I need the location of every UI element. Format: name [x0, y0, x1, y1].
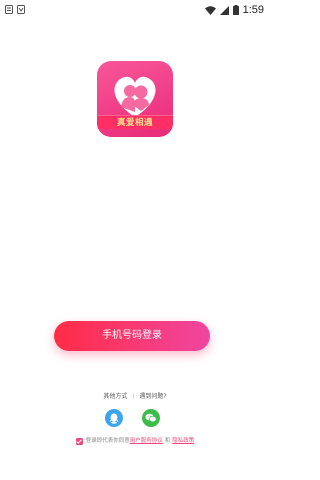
- logo-text: 真爱相遇: [116, 118, 153, 128]
- wechat-login-button[interactable]: [142, 409, 160, 427]
- agreement-row: 登录即代表你同意 用户服务协议 和 隐私政策: [0, 437, 270, 446]
- login-options-row: 其他方式 | 遇到问题?: [0, 392, 270, 402]
- wifi-icon: [204, 5, 216, 15]
- notification-icons: [5, 5, 25, 14]
- other-methods-link[interactable]: 其他方式: [103, 393, 127, 400]
- download-icon: [17, 5, 25, 14]
- links-separator: |: [132, 393, 135, 400]
- agreement-and: 和: [164, 438, 171, 444]
- system-status: 1:59: [204, 2, 264, 18]
- phone-login-button[interactable]: 手机号码登录: [54, 321, 210, 351]
- checkmark-icon: [76, 439, 83, 444]
- wechat-icon: [145, 413, 157, 423]
- signal-icon: [219, 5, 229, 15]
- status-bar: 1:59: [0, 0, 270, 20]
- user-agreement-link[interactable]: 用户服务协议: [130, 437, 163, 446]
- logo-ribbon: 真爱相遇: [97, 115, 173, 129]
- qq-icon: [109, 413, 119, 424]
- battery-icon: [232, 5, 239, 15]
- agreement-checkbox[interactable]: [75, 438, 83, 445]
- privacy-policy-link[interactable]: 隐私政策: [172, 437, 194, 446]
- qq-login-button[interactable]: [105, 409, 123, 427]
- problem-link[interactable]: 遇到问题?: [139, 393, 166, 400]
- status-time: 1:59: [242, 4, 264, 16]
- agreement-prefix: 登录即代表你同意: [85, 438, 130, 444]
- notification-icon: [5, 5, 13, 14]
- app-logo: 真爱相遇: [97, 61, 173, 137]
